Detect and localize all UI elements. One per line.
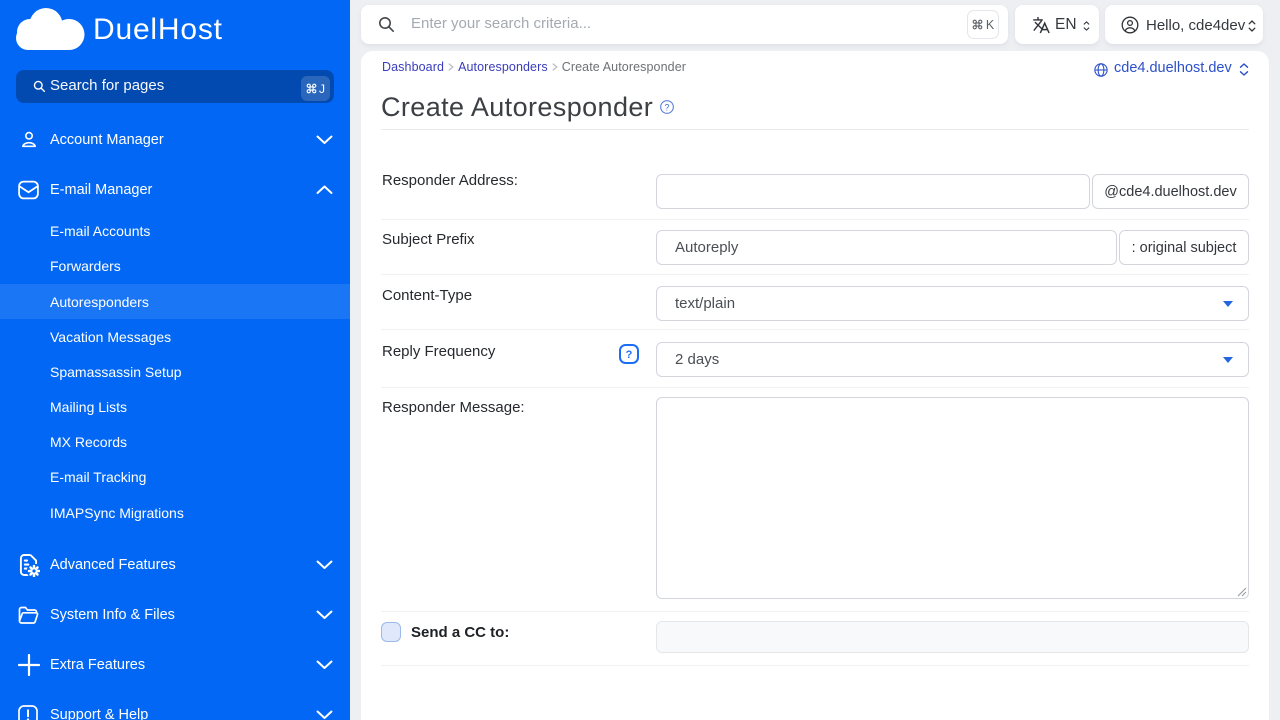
svg-text:?: ? xyxy=(626,349,633,361)
svg-text:?: ? xyxy=(665,102,670,112)
